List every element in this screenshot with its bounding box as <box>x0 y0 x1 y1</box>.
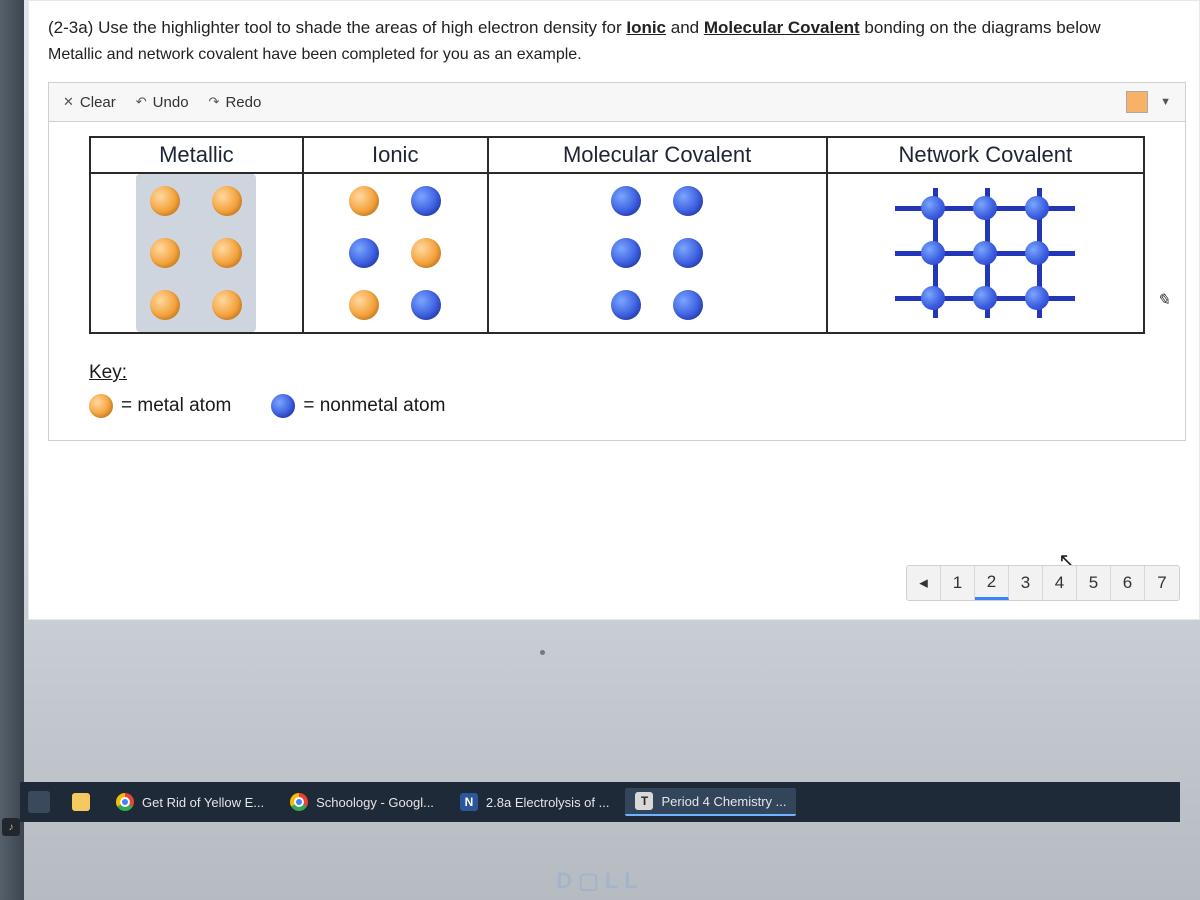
legend-metal: = metal atom <box>89 394 231 418</box>
redo-label: Redo <box>225 94 261 111</box>
instruction-line-2: Metallic and network covalent have been … <box>48 46 1186 64</box>
highlighter-toolbar: ✕ Clear ↶ Undo ↷ Redo ▼ <box>48 82 1186 122</box>
instruction-molecular: Molecular Covalent <box>704 18 860 37</box>
onenote-icon: N <box>460 793 478 811</box>
cell-metallic[interactable] <box>90 173 303 333</box>
taskbar-item-1[interactable]: Schoology - Googl... <box>280 789 444 815</box>
cell-network[interactable] <box>827 173 1144 333</box>
instruction-line-1: (2-3a) Use the highlighter tool to shade… <box>48 18 1186 38</box>
device-bezel-left: ♪ <box>0 0 24 900</box>
bonding-table: Metallic Ionic Molecular Covalent Networ… <box>89 136 1145 334</box>
legend: Key: = metal atom = nonmetal atom <box>89 362 1145 418</box>
audio-knob-icon: ♪ <box>2 818 20 836</box>
highlighter-color-picker[interactable]: ▼ <box>1126 91 1171 113</box>
start-button[interactable] <box>28 791 50 813</box>
folder-icon <box>72 793 90 811</box>
legend-title: Key: <box>89 362 1145 384</box>
page-2-button[interactable]: 2 <box>975 566 1009 600</box>
nonmetal-atom-icon <box>673 238 703 268</box>
clear-button[interactable]: ✕ Clear <box>63 94 116 111</box>
metal-atom-icon <box>150 186 180 216</box>
nonmetal-atom-icon <box>411 290 441 320</box>
nonmetal-atom-icon <box>611 290 641 320</box>
close-icon: ✕ <box>63 94 74 110</box>
page-1-button[interactable]: 1 <box>941 566 975 600</box>
chrome-icon <box>290 793 308 811</box>
instruction-and: and <box>666 18 704 37</box>
metal-atom-icon <box>349 186 379 216</box>
metal-atom-icon <box>212 186 242 216</box>
nonmetal-atom-icon <box>271 394 295 418</box>
legend-nonmetal: = nonmetal atom <box>271 394 445 418</box>
instruction-ionic: Ionic <box>626 18 666 37</box>
taskbar-label-3: Period 4 Chemistry ... <box>661 794 786 809</box>
page-7-button[interactable]: 7 <box>1145 566 1179 600</box>
col-header-network: Network Covalent <box>827 137 1144 173</box>
diagram-area[interactable]: Metallic Ionic Molecular Covalent Networ… <box>48 122 1186 441</box>
metal-atom-icon <box>212 238 242 268</box>
app-icon: T <box>635 792 653 810</box>
metal-atom-icon <box>212 290 242 320</box>
undo-label: Undo <box>153 94 189 111</box>
taskbar-item-3[interactable]: T Period 4 Chemistry ... <box>625 788 796 816</box>
taskbar-label-1: Schoology - Googl... <box>316 795 434 810</box>
taskbar-label-2: 2.8a Electrolysis of ... <box>486 795 610 810</box>
worksheet-page: (2-3a) Use the highlighter tool to shade… <box>28 0 1200 620</box>
nonmetal-atom-icon <box>411 186 441 216</box>
nonmetal-atom-icon <box>349 238 379 268</box>
metal-atom-icon <box>150 290 180 320</box>
taskbar-file-explorer[interactable] <box>62 789 100 815</box>
undo-button[interactable]: ↶ Undo <box>136 94 189 111</box>
legend-nonmetal-label: = nonmetal atom <box>303 395 445 417</box>
dell-logo: D▢LL <box>556 868 644 894</box>
redo-button[interactable]: ↷ Redo <box>209 94 262 111</box>
page-prev-button[interactable]: ◂ <box>907 566 941 600</box>
col-header-metallic: Metallic <box>90 137 303 173</box>
chevron-down-icon: ▼ <box>1160 96 1171 108</box>
cell-molecular[interactable] <box>488 173 827 333</box>
metallic-shaded-region <box>136 174 256 332</box>
speck <box>540 650 545 655</box>
undo-icon: ↶ <box>136 94 147 110</box>
redo-icon: ↷ <box>209 94 220 110</box>
col-header-molecular: Molecular Covalent <box>488 137 827 173</box>
page-4-button[interactable]: 4 <box>1043 566 1077 600</box>
taskbar-item-0[interactable]: Get Rid of Yellow E... <box>106 789 274 815</box>
page-5-button[interactable]: 5 <box>1077 566 1111 600</box>
taskbar-label-0: Get Rid of Yellow E... <box>142 795 264 810</box>
page-6-button[interactable]: 6 <box>1111 566 1145 600</box>
page-3-button[interactable]: 3 <box>1009 566 1043 600</box>
clear-label: Clear <box>80 94 116 111</box>
nonmetal-atom-icon <box>611 186 641 216</box>
windows-taskbar: Get Rid of Yellow E... Schoology - Googl… <box>20 782 1180 822</box>
highlighter-swatch-icon <box>1126 91 1148 113</box>
nonmetal-atom-icon <box>673 186 703 216</box>
legend-metal-label: = metal atom <box>121 395 231 417</box>
col-header-ionic: Ionic <box>303 137 488 173</box>
instruction-prefix: (2-3a) Use the highlighter tool to shade… <box>48 18 626 37</box>
metal-atom-icon <box>349 290 379 320</box>
edit-icon: ✎ <box>1157 290 1170 310</box>
metal-atom-icon <box>89 394 113 418</box>
nonmetal-atom-icon <box>611 238 641 268</box>
chrome-icon <box>116 793 134 811</box>
metal-atom-icon <box>411 238 441 268</box>
cell-ionic[interactable] <box>303 173 488 333</box>
taskbar-item-2[interactable]: N 2.8a Electrolysis of ... <box>450 789 620 815</box>
instruction-suffix: bonding on the diagrams below <box>860 18 1101 37</box>
metal-atom-icon <box>150 238 180 268</box>
network-lattice <box>895 188 1075 318</box>
page-navigation: ◂ 1 2 3 4 5 6 7 <box>906 565 1180 601</box>
nonmetal-atom-icon <box>673 290 703 320</box>
